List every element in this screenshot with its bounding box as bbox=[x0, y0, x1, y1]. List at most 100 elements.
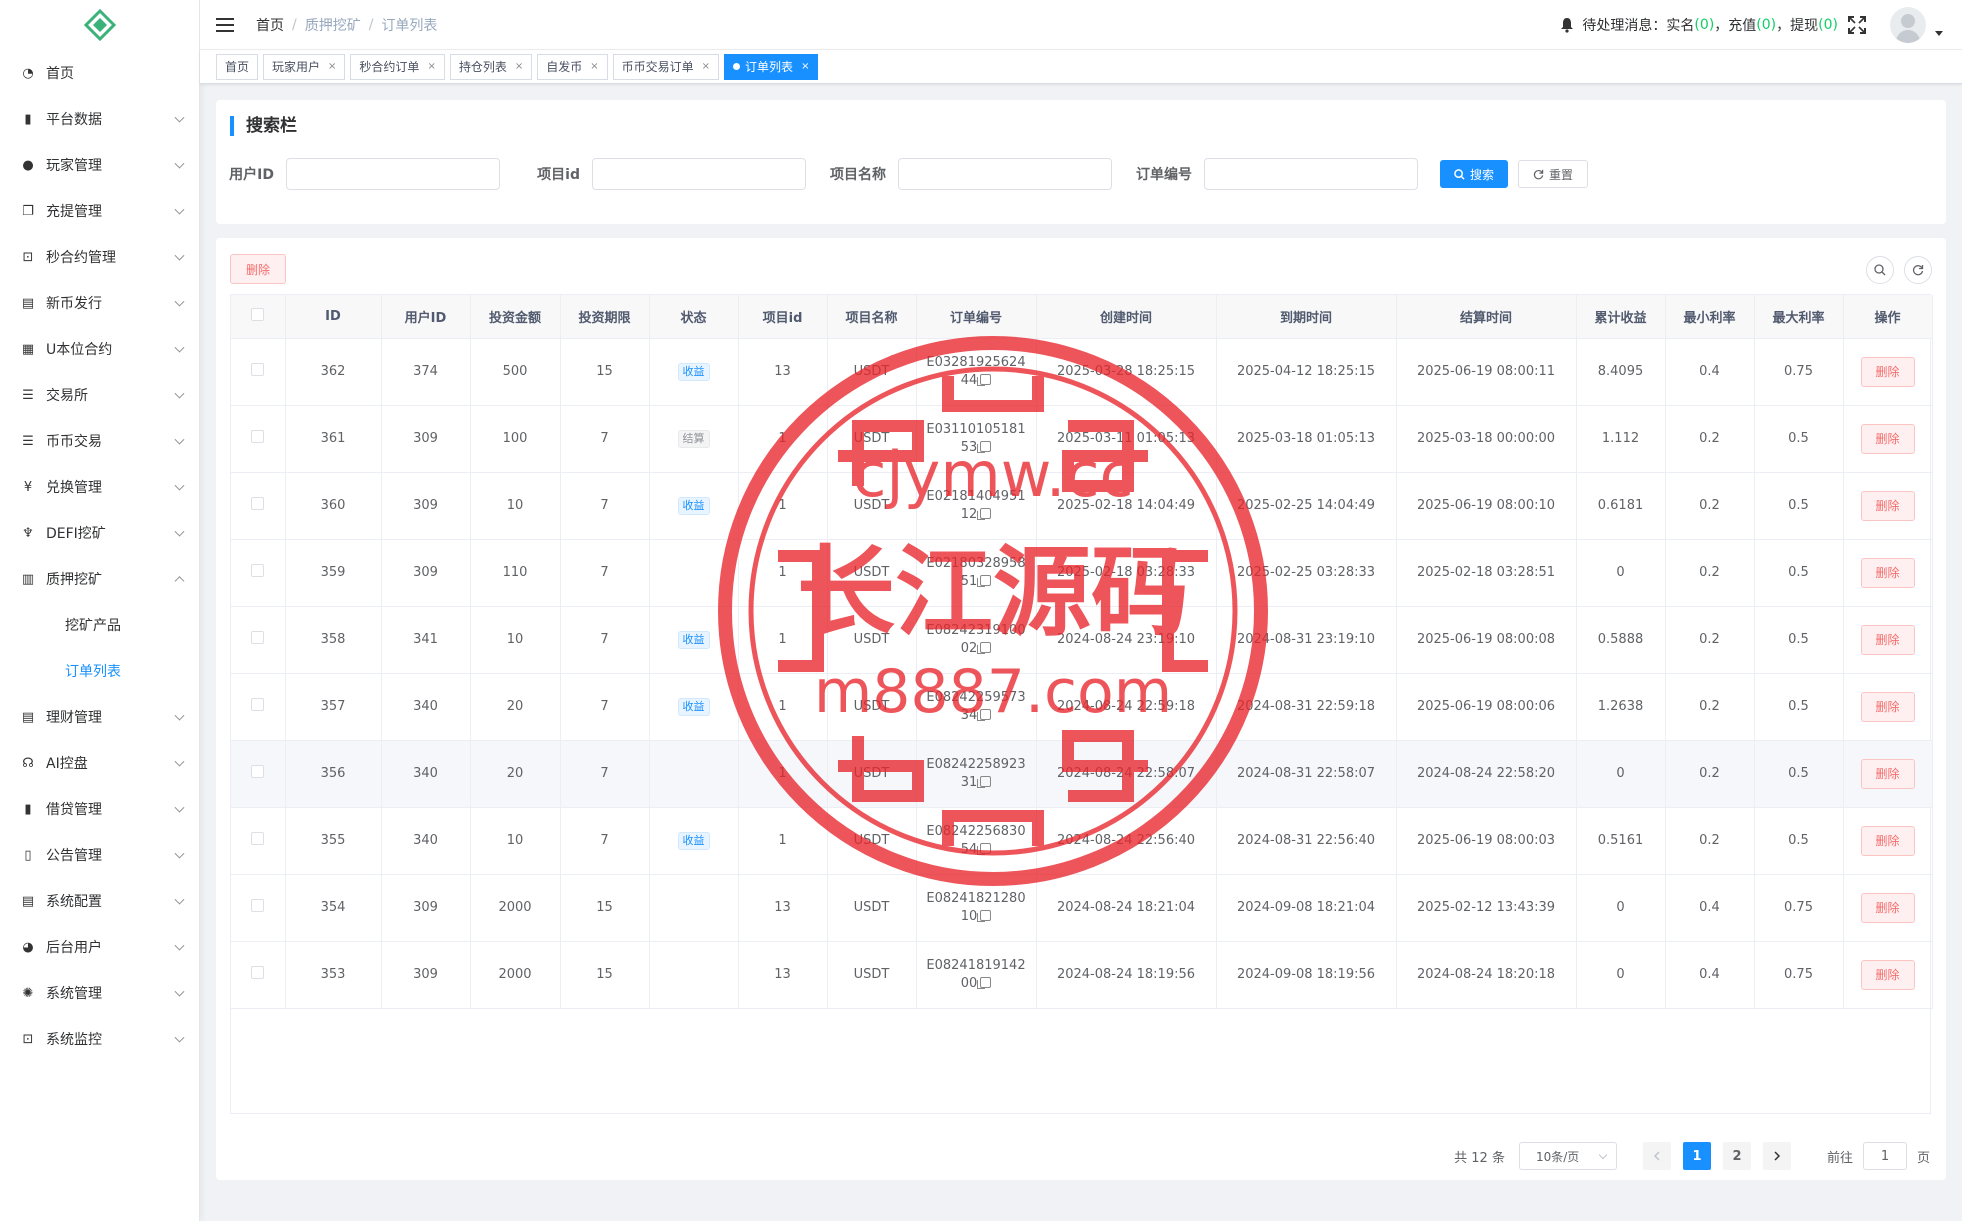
sidebar-item-15[interactable]: ▯ 公告管理 bbox=[0, 832, 199, 878]
avatar[interactable] bbox=[1890, 7, 1926, 43]
sidebar-item-5[interactable]: ▤ 新币发行 bbox=[0, 280, 199, 326]
row-delete-button[interactable]: 删除 bbox=[1860, 490, 1915, 521]
sidebar-item-16[interactable]: ▤ 系统配置 bbox=[0, 878, 199, 924]
copy-icon[interactable] bbox=[977, 708, 992, 721]
notice-realname-count[interactable]: 0 bbox=[1700, 17, 1709, 33]
row-checkbox[interactable] bbox=[251, 631, 265, 644]
notice-withdraw-count[interactable]: 0 bbox=[1824, 17, 1833, 33]
tab-6[interactable]: 订单列表 × bbox=[724, 53, 819, 80]
project-id-input[interactable] bbox=[592, 158, 806, 190]
sidebar-item-4[interactable]: ⊡ 秒合约管理 bbox=[0, 234, 199, 280]
sidebar-item-0[interactable]: ◔ 首页 bbox=[0, 50, 199, 96]
tab-5[interactable]: 币币交易订单 × bbox=[612, 53, 720, 80]
copy-icon[interactable] bbox=[977, 775, 992, 788]
copy-icon[interactable] bbox=[977, 976, 992, 989]
reset-button[interactable]: 重置 bbox=[1518, 160, 1589, 188]
sidebar-item-17[interactable]: ◕ 后台用户 bbox=[0, 924, 199, 970]
sidebar-item-18[interactable]: ✺ 系统管理 bbox=[0, 970, 199, 1016]
user-id-input[interactable] bbox=[286, 158, 500, 190]
hamburger-icon[interactable] bbox=[216, 17, 234, 32]
close-icon[interactable]: × bbox=[801, 55, 809, 79]
page-size-select[interactable]: 10条/页 bbox=[1518, 1142, 1617, 1170]
copy-icon[interactable] bbox=[977, 373, 992, 386]
tab-2[interactable]: 秒合约订单 × bbox=[350, 53, 445, 80]
notice-realname-label[interactable]: 实名 bbox=[1666, 15, 1694, 35]
row-checkbox[interactable] bbox=[251, 899, 265, 912]
sidebar-item-1[interactable]: ▮ 平台数据 bbox=[0, 96, 199, 142]
next-page-button[interactable] bbox=[1762, 1142, 1791, 1170]
sidebar-item-11[interactable]: ▥ 质押挖矿 bbox=[0, 556, 199, 602]
notice-recharge-count[interactable]: 0 bbox=[1762, 17, 1771, 33]
row-checkbox[interactable] bbox=[251, 497, 265, 510]
row-delete-button[interactable]: 删除 bbox=[1860, 624, 1915, 655]
sidebar-subitem-mining-products[interactable]: 挖矿产品 bbox=[0, 602, 199, 648]
sidebar-item-3[interactable]: ❐ 充提管理 bbox=[0, 188, 199, 234]
sidebar-item-7[interactable]: ☰ 交易所 bbox=[0, 372, 199, 418]
row-delete-button[interactable]: 删除 bbox=[1860, 691, 1915, 722]
close-icon[interactable]: × bbox=[515, 55, 523, 79]
breadcrumb-home[interactable]: 首页 bbox=[256, 15, 284, 35]
refresh-table-button[interactable] bbox=[1904, 256, 1932, 284]
row-delete-button[interactable]: 删除 bbox=[1860, 758, 1915, 789]
row-checkbox[interactable] bbox=[251, 765, 265, 778]
copy-icon[interactable] bbox=[977, 574, 992, 587]
project-name-input[interactable] bbox=[898, 158, 1112, 190]
row-checkbox[interactable] bbox=[251, 430, 265, 443]
row-checkbox[interactable] bbox=[251, 832, 265, 845]
sidebar-item-19[interactable]: ⊡ 系统监控 bbox=[0, 1016, 199, 1062]
bell-icon[interactable] bbox=[1560, 17, 1574, 33]
sidebar-item-12[interactable]: ▤ 理财管理 bbox=[0, 694, 199, 740]
copy-icon[interactable] bbox=[977, 842, 992, 855]
fullscreen-icon[interactable] bbox=[1848, 16, 1866, 34]
close-icon[interactable]: × bbox=[427, 55, 435, 79]
sidebar-subitem-order-list[interactable]: 订单列表 bbox=[0, 648, 199, 694]
row-delete-button[interactable]: 删除 bbox=[1860, 959, 1915, 990]
search-button[interactable]: 搜索 bbox=[1440, 160, 1509, 188]
cell-id: 362 bbox=[285, 338, 382, 406]
sidebar-item-8[interactable]: ☰ 币币交易 bbox=[0, 418, 199, 464]
row-delete-button[interactable]: 删除 bbox=[1860, 557, 1915, 588]
toggle-search-button[interactable] bbox=[1866, 256, 1894, 284]
row-delete-button[interactable]: 删除 bbox=[1860, 356, 1915, 387]
logo[interactable] bbox=[0, 0, 199, 50]
cell-maxr: 0.5 bbox=[1754, 405, 1844, 473]
sidebar-item-13[interactable]: ☊ AI控盘 bbox=[0, 740, 199, 786]
close-icon[interactable]: × bbox=[328, 55, 336, 79]
sidebar-item-2[interactable]: ● 玩家管理 bbox=[0, 142, 199, 188]
chevron-right-icon bbox=[1774, 1151, 1781, 1161]
coin-icon: ▤ bbox=[21, 295, 35, 311]
row-delete-button[interactable]: 删除 bbox=[1860, 825, 1915, 856]
copy-icon[interactable] bbox=[977, 909, 992, 922]
sidebar-item-14[interactable]: ▮ 借贷管理 bbox=[0, 786, 199, 832]
copy-icon[interactable] bbox=[977, 641, 992, 654]
caret-down-icon[interactable] bbox=[1934, 30, 1944, 38]
page-button-1[interactable]: 1 bbox=[1682, 1142, 1711, 1170]
close-icon[interactable]: × bbox=[702, 55, 710, 79]
page-button-2[interactable]: 2 bbox=[1722, 1142, 1751, 1170]
row-checkbox[interactable] bbox=[251, 363, 265, 376]
tab-4[interactable]: 自发币 × bbox=[537, 53, 608, 80]
sidebar-item-6[interactable]: ▦ U本位合约 bbox=[0, 326, 199, 372]
order-no-input[interactable] bbox=[1204, 158, 1418, 190]
copy-icon[interactable] bbox=[977, 440, 992, 453]
notice-withdraw-label[interactable]: 提现 bbox=[1790, 15, 1818, 35]
sidebar-item-10[interactable]: ♆ DEFI挖矿 bbox=[0, 510, 199, 556]
row-checkbox[interactable] bbox=[251, 564, 265, 577]
notice-recharge-label[interactable]: 充值 bbox=[1728, 15, 1756, 35]
select-all-checkbox[interactable] bbox=[251, 307, 265, 321]
prev-page-button[interactable] bbox=[1642, 1142, 1671, 1170]
row-checkbox[interactable] bbox=[251, 966, 265, 979]
row-delete-button[interactable]: 删除 bbox=[1860, 892, 1915, 923]
cell-pid: 1 bbox=[738, 405, 828, 473]
close-icon[interactable]: × bbox=[590, 55, 598, 79]
tab-1[interactable]: 玩家用户 × bbox=[263, 53, 346, 80]
goto-page-input[interactable]: 1 bbox=[1862, 1142, 1907, 1170]
row-checkbox[interactable] bbox=[251, 698, 265, 711]
row-delete-button[interactable]: 删除 bbox=[1860, 423, 1915, 454]
tab-3[interactable]: 持仓列表 × bbox=[449, 53, 533, 80]
batch-delete-button[interactable]: 删除 bbox=[230, 254, 286, 284]
copy-icon[interactable] bbox=[977, 507, 992, 520]
cell-uid: 340 bbox=[381, 740, 471, 808]
sidebar-item-9[interactable]: ¥ 兑换管理 bbox=[0, 464, 199, 510]
tab-0[interactable]: 首页 bbox=[216, 53, 259, 80]
